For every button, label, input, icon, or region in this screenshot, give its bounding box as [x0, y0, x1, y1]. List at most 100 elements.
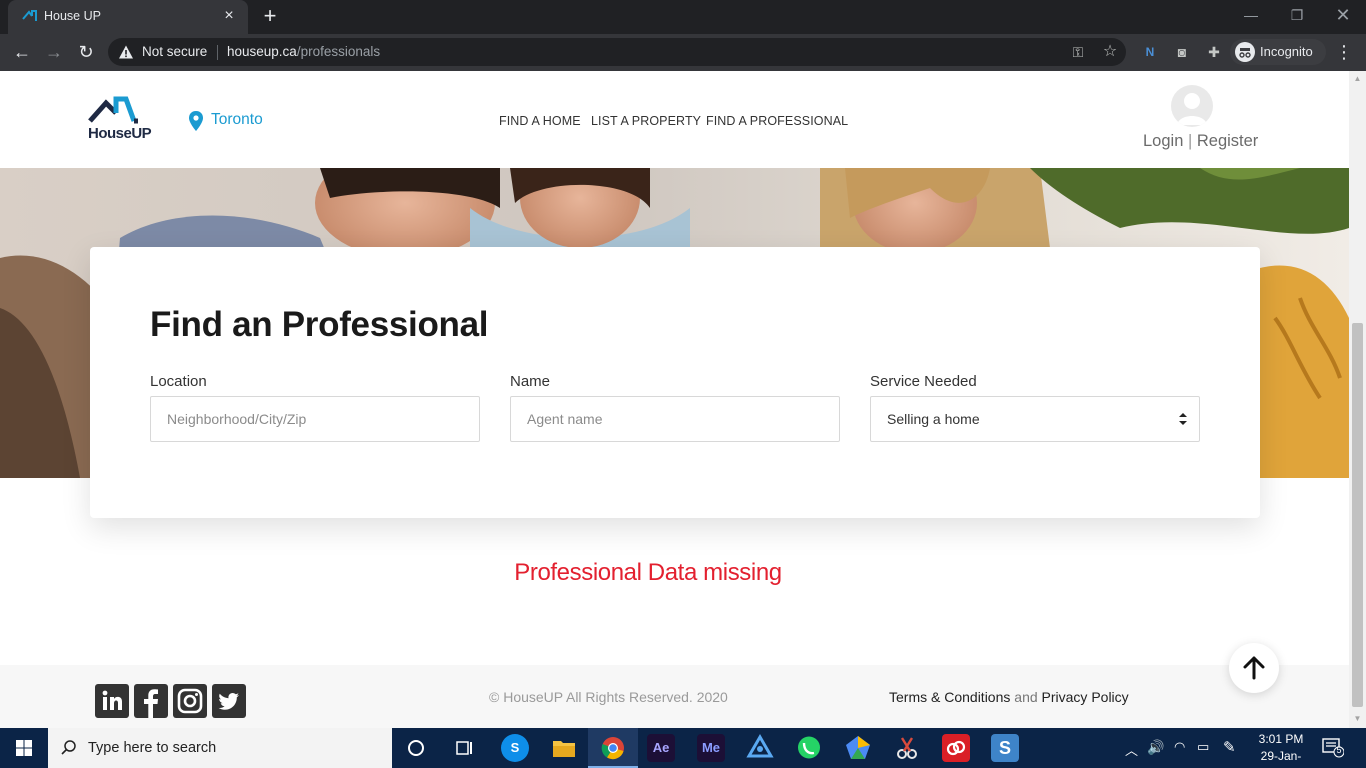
terms-link[interactable]: Terms & Conditions — [889, 689, 1010, 705]
select-arrows-icon — [1179, 413, 1187, 425]
clock-time: 3:01 PM — [1258, 732, 1304, 746]
browser-toolbar: ← → ↻ Not secure houseup.ca/professional… — [0, 34, 1366, 71]
cortana-icon[interactable] — [402, 734, 430, 762]
snipping-tool-icon[interactable] — [893, 734, 921, 762]
clock-date: 29-Jan-21 — [1260, 749, 1302, 768]
url-host: houseup.ca — [227, 44, 297, 59]
network-icon[interactable]: ◠ — [1174, 739, 1185, 768]
legal-and: and — [1014, 689, 1038, 705]
facebook-icon[interactable] — [134, 684, 168, 718]
privacy-link[interactable]: Privacy Policy — [1042, 689, 1129, 705]
taskbar-search-placeholder: Type here to search — [88, 740, 217, 756]
service-label: Service Needed — [870, 373, 977, 390]
browser-tabstrip: House UP × + — ❐ ✕ — [0, 0, 1366, 34]
taskbar-search-box[interactable]: Type here to search — [48, 728, 392, 768]
close-tab-icon[interactable]: × — [220, 7, 238, 25]
notification-count: 5 — [1336, 745, 1342, 755]
incognito-label: Incognito — [1260, 44, 1313, 59]
windows-start-icon[interactable] — [0, 728, 48, 768]
scroll-up-icon[interactable]: ▲ — [1353, 74, 1362, 83]
minimize-icon[interactable]: — — [1236, 4, 1266, 28]
instagram-icon[interactable] — [173, 684, 207, 718]
service-select[interactable]: Selling a home — [870, 396, 1200, 442]
houseup-logo[interactable]: HouseUP — [88, 95, 152, 145]
media-encoder-icon[interactable]: Me — [697, 734, 725, 762]
register-link[interactable]: Register — [1197, 132, 1258, 150]
location-input[interactable] — [150, 396, 480, 442]
nav-find-a-home[interactable]: FIND A HOME — [499, 114, 581, 128]
sync-app-icon[interactable] — [746, 734, 774, 762]
windows-taskbar: Type here to search S Ae Me S ︿ 🔊 ◠ ▭ ✎ … — [0, 728, 1366, 768]
page-title: Find an Professional — [150, 305, 489, 344]
site-footer: © HouseUP All Rights Reserved. 2020 Term… — [0, 665, 1349, 728]
nav-find-a-professional[interactable]: FIND A PROFESSIONAL — [706, 114, 848, 128]
key-icon[interactable]: ⚿ — [1069, 43, 1087, 61]
extension-n-icon[interactable]: N — [1139, 41, 1161, 63]
twitter-icon[interactable] — [212, 684, 246, 718]
login-register: Login | Register — [1143, 132, 1258, 151]
agent-name-input[interactable] — [510, 396, 840, 442]
bookmark-star-icon[interactable]: ☆ — [1101, 43, 1119, 61]
url-text[interactable]: houseup.ca/professionals — [227, 44, 380, 59]
scroll-down-icon[interactable]: ▼ — [1353, 714, 1362, 723]
incognito-icon — [1235, 42, 1255, 62]
browser-menu-icon[interactable]: ⋮ — [1334, 40, 1354, 64]
name-label: Name — [510, 373, 551, 390]
location-selector[interactable]: Toronto — [188, 111, 263, 131]
camera-extension-icon[interactable]: ◙ — [1171, 41, 1193, 63]
browser-tab[interactable]: House UP × — [8, 0, 248, 34]
back-icon[interactable]: ← — [10, 40, 34, 64]
nav-list-a-property[interactable]: LIST A PROPERTY — [591, 114, 701, 128]
extensions-puzzle-icon[interactable]: ✚ — [1203, 41, 1225, 63]
login-separator: | — [1187, 132, 1193, 150]
tab-title: House UP — [44, 9, 101, 23]
restore-icon[interactable]: ❐ — [1282, 4, 1312, 28]
after-effects-icon[interactable]: Ae — [647, 734, 675, 762]
arrow-up-icon — [1243, 656, 1265, 680]
new-tab-button[interactable]: + — [258, 5, 282, 29]
map-pin-icon — [189, 111, 203, 131]
legal-links: Terms & Conditions and Privacy Policy — [889, 689, 1129, 705]
file-explorer-icon[interactable] — [550, 734, 578, 762]
logo-text: HouseUP — [88, 125, 152, 142]
tray-chevron-icon[interactable]: ︿ — [1125, 740, 1138, 768]
security-label[interactable]: Not secure — [142, 44, 207, 59]
page-viewport: HouseUP Toronto FIND A HOME LIST A PROPE… — [0, 71, 1349, 728]
site-header: HouseUP Toronto FIND A HOME LIST A PROPE… — [0, 71, 1349, 168]
address-separator — [217, 45, 218, 60]
task-view-icon[interactable] — [450, 734, 478, 762]
creative-cloud-icon[interactable] — [942, 734, 970, 762]
forward-icon[interactable]: → — [42, 40, 66, 64]
linkedin-icon[interactable] — [95, 684, 129, 718]
location-text: Toronto — [211, 111, 263, 128]
incognito-profile-button[interactable]: Incognito — [1230, 39, 1326, 65]
logo-roof-icon — [88, 96, 138, 124]
copyright-text: © HouseUP All Rights Reserved. 2020 — [489, 689, 728, 705]
skype-icon[interactable]: S — [501, 734, 529, 762]
page-scrollbar[interactable]: ▲ ▼ — [1349, 71, 1366, 728]
s-app-icon[interactable]: S — [991, 734, 1019, 762]
service-selected-value: Selling a home — [887, 411, 980, 427]
scroll-thumb[interactable] — [1352, 323, 1363, 707]
empty-results-message: Professional Data missing — [514, 559, 782, 586]
taskbar-clock[interactable]: 3:01 PM 29-Jan-21 — [1255, 731, 1307, 768]
action-center-icon[interactable]: 5 — [1322, 738, 1345, 758]
houseup-favicon-icon — [22, 10, 37, 21]
scroll-to-top-button[interactable] — [1229, 643, 1279, 693]
search-icon — [61, 740, 76, 755]
close-window-icon[interactable]: ✕ — [1328, 4, 1358, 28]
chrome-icon[interactable] — [599, 734, 627, 762]
battery-icon[interactable]: ▭ — [1197, 739, 1209, 768]
warning-icon — [119, 45, 133, 59]
volume-icon[interactable]: 🔊 — [1147, 739, 1164, 768]
pen-ink-icon[interactable]: ✎ — [1223, 738, 1236, 768]
address-bar[interactable]: Not secure houseup.ca/professionals ⚿ ☆ — [108, 38, 1126, 66]
account-area: Login | Register — [1142, 85, 1262, 155]
user-avatar-icon[interactable] — [1171, 85, 1213, 127]
reload-icon[interactable]: ↻ — [74, 40, 98, 64]
whatsapp-icon[interactable] — [795, 734, 823, 762]
url-path: /professionals — [296, 44, 381, 59]
login-link[interactable]: Login — [1143, 132, 1183, 150]
location-label: Location — [150, 373, 207, 390]
pentagon-app-icon[interactable] — [844, 734, 872, 762]
